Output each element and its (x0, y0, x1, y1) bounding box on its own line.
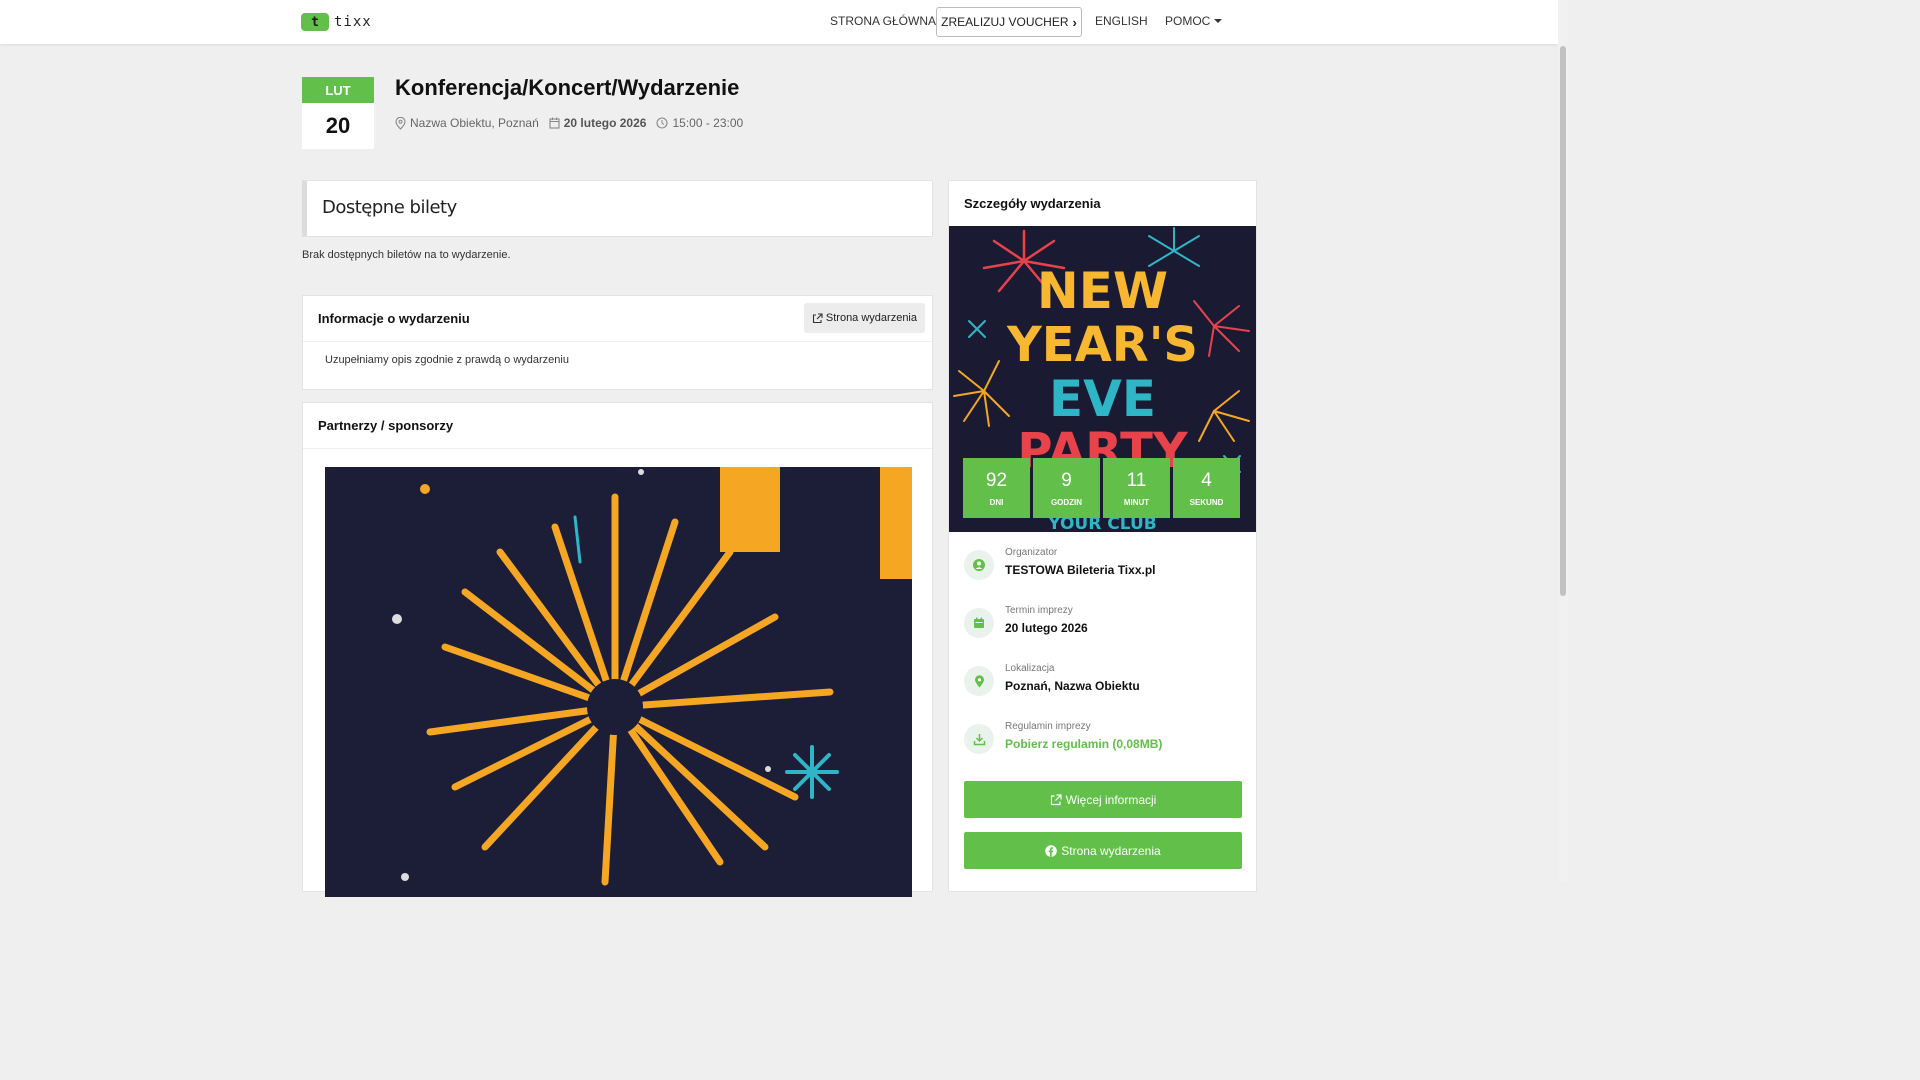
redeem-voucher-label: ZREALIZUJ VOUCHER (941, 15, 1069, 29)
countdown-value: 9 (1061, 469, 1072, 491)
logo-text: tixx (334, 14, 372, 30)
event-meta: Nazwa Obiektu, Poznań 20 lutego 2026 15:… (395, 116, 753, 130)
countdown-unit: MINUT (1123, 497, 1150, 507)
more-info-label: Więcej informacji (1065, 792, 1157, 807)
countdown-unit: GODZIN (1050, 497, 1083, 507)
rules-label: Regulamin imprezy (1005, 721, 1091, 732)
countdown-value: 4 (1201, 469, 1212, 491)
calendar-icon (964, 608, 994, 638)
event-details-title: Szczegóły wydarzenia (964, 196, 1101, 211)
countdown-unit: DNI (989, 497, 1004, 507)
event-location-text: Nazwa Obiektu, Poznań (410, 116, 539, 130)
tixx-logo[interactable]: t tixx (301, 13, 372, 31)
event-details-card: Szczegóły wydarzenia NEW YEAR'S EVE PART… (948, 180, 1257, 892)
event-location: Nazwa Obiektu, Poznań (395, 116, 539, 130)
location-value: Poznań, Nazwa Obiektu (1005, 679, 1140, 693)
event-info-title: Informacje o wydarzeniu (318, 311, 470, 326)
event-info-header: Informacje o wydarzeniu Strona wydarzeni… (303, 296, 932, 342)
facebook-icon (1045, 844, 1058, 857)
location-label: Lokalizacja (1005, 663, 1055, 674)
clock-icon (656, 117, 669, 129)
rules-row: Regulamin imprezy Pobierz regulamin (0,0… (964, 721, 1162, 754)
scrollbar-thumb[interactable] (1560, 46, 1566, 596)
chevron-right-icon: › (1072, 14, 1077, 30)
organizer-row: Organizator TESTOWA Bileteria Tixx.pl (964, 547, 1156, 580)
organizer-value: TESTOWA Bileteria Tixx.pl (1005, 563, 1156, 577)
download-rules-link[interactable]: Pobierz regulamin (0,08MB) (1005, 737, 1162, 751)
countdown-timer: 92 DNI 9 GODZIN 11 MINUT 4 SEKUND (963, 458, 1240, 518)
external-link-icon (1050, 793, 1062, 805)
countdown-days: 92 DNI (963, 458, 1030, 518)
nav-language-link[interactable]: ENGLISH (1095, 14, 1148, 28)
term-label: Termin imprezy (1005, 605, 1073, 616)
tickets-title: Dostępne bilety (322, 197, 457, 218)
event-description: Uzupełniamy opis zgodnie z prawdą o wyda… (325, 354, 569, 366)
page-scrollbar[interactable] (1558, 0, 1568, 882)
fireworks-illustration (392, 467, 912, 886)
event-info-card: Informacje o wydarzeniu Strona wydarzeni… (302, 295, 933, 390)
redeem-voucher-button[interactable]: ZREALIZUJ VOUCHER › (936, 7, 1082, 37)
event-facebook-page-label: Strona wydarzenia (1061, 843, 1161, 858)
location-pin-icon (964, 666, 994, 696)
countdown-unit: SEKUND (1189, 497, 1224, 507)
download-icon (964, 724, 994, 754)
term-value: 20 lutego 2026 (1005, 621, 1088, 635)
calendar-icon (549, 117, 560, 129)
event-date-badge: LUT 20 (302, 77, 374, 149)
location-row: Lokalizacja Poznań, Nazwa Obiektu (964, 663, 1140, 696)
top-navbar: t tixx STRONA GŁÓWNA ZREALIZUJ VOUCHER ›… (0, 0, 1558, 44)
countdown-value: 92 (985, 469, 1008, 491)
countdown-hours: 9 GODZIN (1033, 458, 1100, 518)
event-poster: NEW YEAR'S EVE PARTY YOUR CLUB 92 DNI 9 … (949, 226, 1256, 532)
partners-card: Partnerzy / sponsorzy (302, 402, 933, 897)
date-day: 20 (325, 113, 351, 138)
poster-line-new: NEW (1036, 262, 1169, 320)
countdown-minutes: 11 MINUT (1103, 458, 1170, 518)
date-month: LUT (302, 77, 374, 103)
term-row: Termin imprezy 20 lutego 2026 (964, 605, 1088, 638)
poster-line-eve: EVE (1048, 370, 1156, 428)
sponsor-image (325, 467, 912, 897)
organizer-label: Organizator (1005, 547, 1058, 558)
nav-help-label: POMOC (1165, 14, 1211, 28)
user-circle-icon (964, 550, 994, 580)
event-time: 15:00 - 23:00 (656, 116, 743, 130)
event-title: Konferencja/Koncert/Wydarzenie (395, 75, 740, 100)
tickets-card: Dostępne bilety (302, 180, 933, 237)
more-info-button[interactable]: Więcej informacji (964, 781, 1242, 818)
countdown-value: 11 (1126, 469, 1147, 491)
no-tickets-message: Brak dostępnych biletów na to wydarzenie… (302, 249, 511, 261)
partners-title: Partnerzy / sponsorzy (318, 418, 454, 433)
event-time-text: 15:00 - 23:00 (672, 116, 744, 130)
nav-help-dropdown[interactable]: POMOC (1165, 14, 1223, 28)
caret-down-icon (1214, 19, 1223, 23)
partners-header: Partnerzy / sponsorzy (303, 403, 932, 449)
external-link-icon (812, 312, 823, 323)
event-facebook-page-button[interactable]: Strona wydarzenia (964, 832, 1242, 869)
event-date-text: 20 lutego 2026 (563, 116, 647, 130)
location-pin-icon (395, 116, 406, 130)
logo-mark: t (301, 13, 329, 31)
countdown-seconds: 4 SEKUND (1173, 458, 1240, 518)
nav-home-link[interactable]: STRONA GŁÓWNA (830, 14, 936, 28)
event-date: 20 lutego 2026 (549, 116, 647, 130)
event-page-button[interactable]: Strona wydarzenia (803, 303, 925, 333)
poster-line-years: YEAR'S (1007, 317, 1198, 373)
event-page-button-label: Strona wydarzenia (825, 312, 917, 324)
